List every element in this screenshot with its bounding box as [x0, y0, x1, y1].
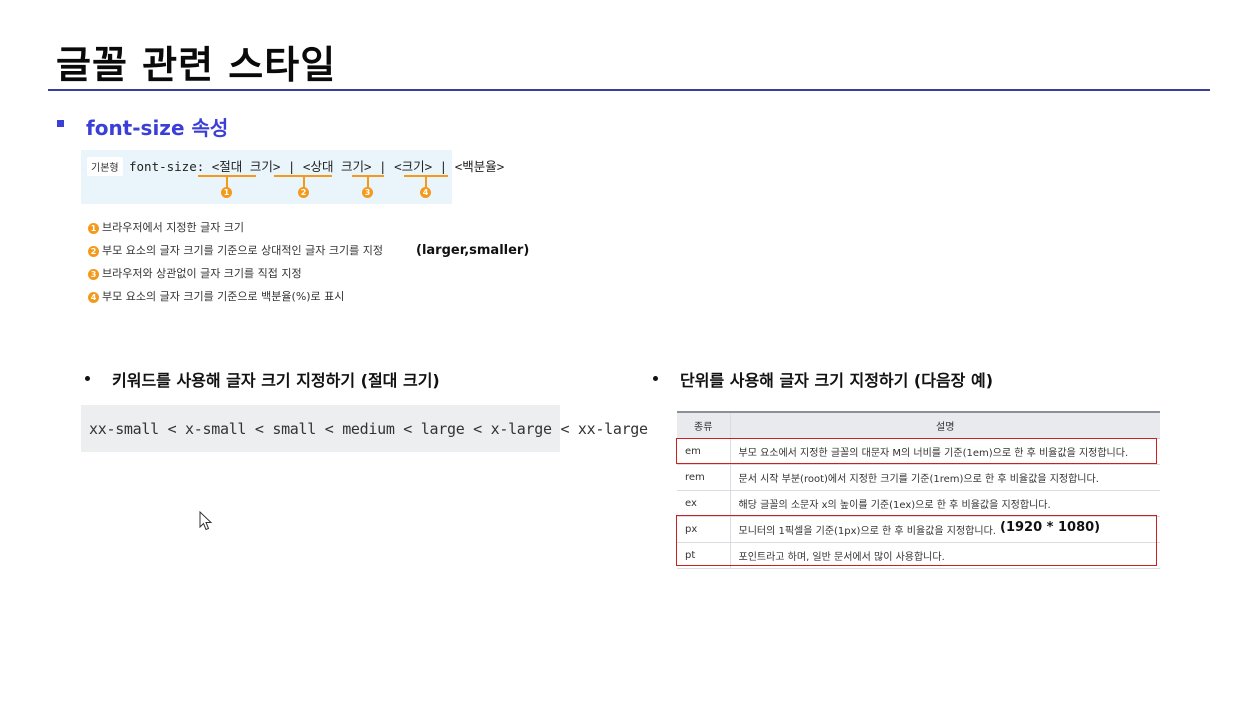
table-header-type: 종류 [677, 411, 731, 439]
number-badge-icon: 1 [88, 222, 99, 234]
number-badge-icon: 3 [88, 268, 99, 280]
table-header-desc: 설명 [730, 411, 1160, 439]
marker-dot-4: 4 [420, 187, 431, 198]
marker-dot-1: 1 [221, 187, 232, 198]
number-badge-icon: 2 [88, 245, 99, 257]
keyword-section-heading: 키워드를 사용해 글자 크기 지정하기 (절대 크기) [112, 371, 440, 390]
syntax-box: 기본형 font-size: <절대 크기> | <상대 크기> | <크기> … [81, 150, 504, 204]
mouse-pointer-icon [199, 511, 213, 531]
unit-cell: rem [677, 464, 731, 491]
bullet-icon [653, 376, 658, 381]
table-row: rem 문서 시작 부분(root)에서 지정한 크기를 기준(1rem)으로 … [677, 464, 1160, 491]
desc-cell: 해당 글꼴의 소문자 x의 높이를 기준(1ex)으로 한 후 비율값을 지정합… [730, 490, 1160, 517]
description-item-4: 4 부모 요소의 글자 크기를 기준으로 백분율(%)로 표시 [88, 288, 344, 304]
keyword-list: xx-small < x-small < small < medium < la… [89, 420, 648, 438]
keyword-box: xx-small < x-small < small < medium < la… [81, 405, 648, 452]
desc-cell: 문서 시작 부분(root)에서 지정한 크기를 기준(1rem)으로 한 후 … [730, 464, 1160, 491]
marker-dot-3: 3 [362, 187, 373, 198]
unit-cell: ex [677, 490, 731, 517]
relative-size-note: (larger,smaller) [416, 243, 530, 258]
marker-dot-2: 2 [298, 187, 309, 198]
resolution-note: (1920 * 1080) [1000, 520, 1101, 535]
bullet-icon [85, 376, 90, 381]
syntax-line: font-size: <절대 크기> | <상대 크기> | <크기> | <백… [129, 159, 505, 174]
description-item-1: 1 브라우저에서 지정한 글자 크기 [88, 219, 244, 235]
description-item-3: 3 브라우저와 상관없이 글자 크기를 직접 지정 [88, 265, 302, 281]
syntax-tag: 기본형 [87, 157, 123, 176]
section-bullet-icon [57, 120, 64, 127]
page-title: 글꼴 관련 스타일 [56, 43, 337, 87]
highlight-box-em [676, 438, 1157, 464]
number-badge-icon: 4 [88, 291, 99, 303]
description-item-2: 2 부모 요소의 글자 크기를 기준으로 상대적인 글자 크기를 지정 [88, 242, 383, 258]
title-divider [48, 89, 1210, 91]
unit-section-heading: 단위를 사용해 글자 크기 지정하기 (다음장 예) [680, 371, 994, 390]
table-header-row: 종류 설명 [677, 411, 1160, 439]
table-row: ex 해당 글꼴의 소문자 x의 높이를 기준(1ex)으로 한 후 비율값을 … [677, 490, 1160, 517]
section-title: font-size 속성 [86, 116, 229, 140]
